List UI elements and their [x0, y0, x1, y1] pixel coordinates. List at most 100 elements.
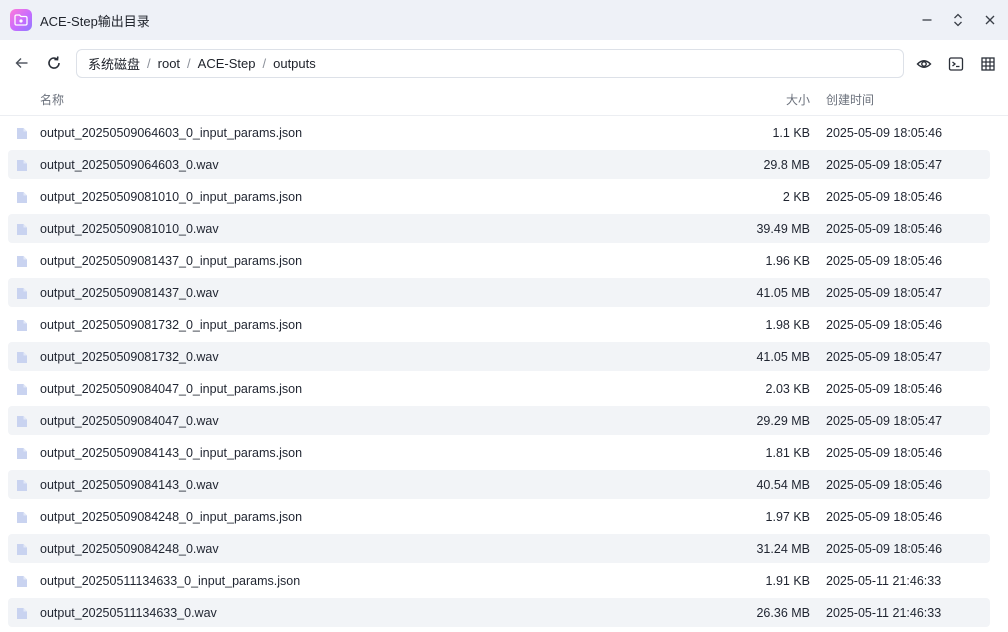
column-header-name[interactable]: 名称: [40, 91, 64, 108]
file-size: 29.8 MB: [763, 158, 810, 172]
file-icon: [17, 224, 27, 235]
table-row[interactable]: output_20250509081437_0.wav 41.05 MB 2025-…: [8, 278, 990, 307]
terminal-icon: [948, 57, 964, 71]
file-icon: [17, 384, 27, 395]
file-icon: [17, 576, 27, 587]
path-bar[interactable]: 系统磁盘 / root / ACE-Step / outputs: [76, 49, 904, 78]
file-icon: [17, 256, 27, 267]
file-created: 2025-05-09 18:05:46: [826, 510, 943, 524]
file-name: output_20250509064603_0.wav: [40, 158, 219, 172]
file-name: output_20250509084047_0.wav: [40, 414, 219, 428]
file-created: 2025-05-09 18:05:47: [826, 414, 943, 428]
table-row[interactable]: output_20250509064603_0_input_params.jso…: [8, 118, 990, 147]
file-size: 1.98 KB: [765, 318, 810, 332]
file-name: output_20250509064603_0_input_params.jso…: [40, 126, 303, 140]
column-headers: 名称 大小 创建时间: [0, 86, 1008, 116]
preview-button[interactable]: [910, 50, 938, 78]
close-button[interactable]: [978, 8, 1002, 32]
minimize-button[interactable]: [915, 8, 939, 32]
table-row[interactable]: output_20250511134633_0.wav 26.36 MB 2025-…: [8, 598, 990, 627]
file-size: 1.97 KB: [765, 510, 810, 524]
table-row[interactable]: output_20250509084047_0_input_params.jso…: [8, 374, 990, 403]
breadcrumb-separator: /: [187, 56, 191, 71]
table-row[interactable]: output_20250509081732_0_input_params.jso…: [8, 310, 990, 339]
file-name: output_20250509081732_0_input_params.jso…: [40, 318, 303, 332]
file-size: 40.54 MB: [756, 478, 810, 492]
file-name: output_20250509081437_0.wav: [40, 286, 219, 300]
table-row[interactable]: output_20250509084248_0_input_params.jso…: [8, 502, 990, 531]
file-size: 1.1 KB: [772, 126, 810, 140]
table-row[interactable]: output_20250509084047_0.wav 29.29 MB 2025-…: [8, 406, 990, 435]
file-icon: [17, 448, 27, 459]
file-created: 2025-05-09 18:05:46: [826, 542, 943, 556]
file-icon: [17, 128, 27, 139]
file-name: output_20250511134633_0_input_params.jso…: [40, 574, 301, 588]
file-created: 2025-05-09 18:05:46: [826, 318, 943, 332]
file-icon: [17, 416, 27, 427]
file-created: 2025-05-09 18:05:46: [826, 222, 943, 236]
file-name: output_20250509084143_0.wav: [40, 478, 219, 492]
breadcrumb-system-disk[interactable]: 系统磁盘: [88, 54, 140, 73]
folder-music-icon: [10, 9, 32, 31]
file-name: output_20250509081732_0.wav: [40, 350, 219, 364]
breadcrumb-ace-step[interactable]: ACE-Step: [198, 56, 256, 71]
table-row[interactable]: output_20250511134633_0_input_params.jso…: [8, 566, 990, 595]
table-row[interactable]: output_20250509081010_0_input_params.jso…: [8, 182, 990, 211]
file-size: 41.05 MB: [756, 286, 810, 300]
file-icon: [17, 192, 27, 203]
refresh-button[interactable]: [40, 49, 68, 77]
file-name: output_20250509084047_0_input_params.jso…: [40, 382, 303, 396]
view-mode-button[interactable]: [974, 50, 1002, 78]
back-button[interactable]: [8, 49, 36, 77]
table-row[interactable]: output_20250509084143_0_input_params.jso…: [8, 438, 990, 467]
file-name: output_20250509084248_0_input_params.jso…: [40, 510, 303, 524]
file-size: 1.91 KB: [765, 574, 810, 588]
file-size: 1.81 KB: [765, 446, 810, 460]
file-created: 2025-05-11 21:46:33: [826, 574, 942, 588]
back-arrow-icon: [15, 58, 28, 68]
file-created: 2025-05-09 18:05:46: [826, 478, 943, 492]
file-size: 2.03 KB: [765, 382, 810, 396]
table-row[interactable]: output_20250509084248_0.wav 31.24 MB 2025-…: [8, 534, 990, 563]
file-name: output_20250511134633_0.wav: [40, 606, 217, 620]
terminal-button[interactable]: [942, 50, 970, 78]
refresh-icon: [48, 56, 60, 69]
file-icon: [17, 160, 27, 171]
file-size: 31.24 MB: [756, 542, 810, 556]
breadcrumb-root[interactable]: root: [158, 56, 180, 71]
table-row[interactable]: output_20250509064603_0.wav 29.8 MB 2025-0…: [8, 150, 990, 179]
file-size: 39.49 MB: [756, 222, 810, 236]
file-icon: [17, 480, 27, 491]
title-bar: ACE-Step输出目录: [0, 0, 1008, 40]
close-icon: [985, 15, 995, 25]
file-icon: [17, 512, 27, 523]
maximize-icon: [954, 13, 962, 27]
table-row[interactable]: output_20250509081010_0.wav 39.49 MB 2025-…: [8, 214, 990, 243]
file-name: output_20250509084248_0.wav: [40, 542, 219, 556]
file-icon: [17, 608, 27, 619]
file-created: 2025-05-09 18:05:46: [826, 126, 943, 140]
file-icon: [17, 352, 27, 363]
file-created: 2025-05-09 18:05:47: [826, 158, 943, 172]
file-size: 26.36 MB: [756, 606, 810, 620]
file-name: output_20250509084143_0_input_params.jso…: [40, 446, 303, 460]
file-created: 2025-05-09 18:05:46: [826, 382, 943, 396]
file-created: 2025-05-09 18:05:46: [826, 446, 943, 460]
file-created: 2025-05-09 18:05:47: [826, 286, 943, 300]
column-header-created[interactable]: 创建时间: [826, 91, 874, 108]
maximize-button[interactable]: [946, 8, 970, 32]
file-size: 1.96 KB: [765, 254, 810, 268]
file-name: output_20250509081010_0.wav: [40, 222, 219, 236]
file-icon: [17, 320, 27, 331]
window-title: ACE-Step输出目录: [40, 14, 150, 29]
column-header-size[interactable]: 大小: [786, 91, 810, 108]
table-row[interactable]: output_20250509081732_0.wav 41.05 MB 2025-…: [8, 342, 990, 371]
table-row[interactable]: output_20250509081437_0_input_params.jso…: [8, 246, 990, 275]
file-size: 2 KB: [782, 190, 810, 204]
breadcrumb-outputs[interactable]: outputs: [273, 56, 316, 71]
file-name: output_20250509081437_0_input_params.jso…: [40, 254, 303, 268]
grid-view-icon: [981, 57, 995, 71]
table-row[interactable]: output_20250509084143_0.wav 40.54 MB 2025-…: [8, 470, 990, 499]
file-size: 41.05 MB: [756, 350, 810, 364]
breadcrumb-separator: /: [262, 56, 267, 71]
